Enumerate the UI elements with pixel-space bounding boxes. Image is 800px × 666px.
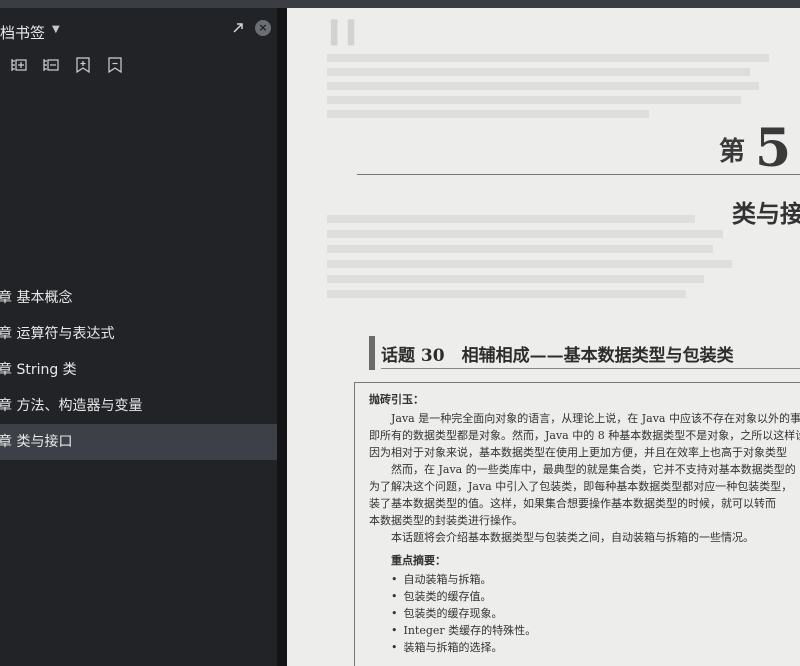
topic-marker [369,336,375,370]
paragraph-line: 本话题将会介绍基本数据类型与包装类之间，自动装箱与拆箱的一些情况。 [391,531,754,544]
intro-box: 抛砖引玉： Java 是一种完全面向对象的语言，从理论上说，在 Java 中应该… [354,382,800,666]
chapter-rule [357,174,800,175]
expand-all-icon[interactable] [10,56,30,76]
sidebar-title[interactable]: 档书签 [0,22,45,43]
topic-rule [381,368,800,369]
list-item: Integer 类缓存的特殊性。 [391,622,800,639]
paragraph-line: 即所有的数据类型都是对象。然而，Java 中的 8 种基本数据类型不是对象，之所… [369,429,800,442]
list-item: 装箱与拆箱的选择。 [391,639,800,656]
outline-item[interactable] [0,172,277,208]
paragraph-line: 本数据类型的封装类进行操作。 [369,514,523,527]
faded-header-decoration: ▍▍ [331,20,365,46]
popout-icon[interactable] [231,20,245,34]
outline-item[interactable] [0,100,277,136]
outline-item[interactable] [0,244,277,280]
outline-item-string-class[interactable]: 章 String 类 [0,352,277,388]
key-points-label: 重点摘要： [391,554,446,567]
outline-item-operators[interactable]: 章 运算符与表达式 [0,316,277,352]
remove-bookmark-icon[interactable] [106,56,126,76]
bookmark-sidebar: 档书签 ▼ × 章 基本概念 章 运算符与表达式 章 String 类 章 方法… [0,8,277,666]
window-top-bar [0,0,800,8]
chapter-number: 第5 [719,118,792,179]
chevron-down-icon[interactable]: ▼ [52,24,60,35]
sidebar-toolbar [0,56,277,78]
list-item: 自动装箱与拆箱。 [391,571,800,588]
paragraph-line: 然而，在 Java 的一些类库中，最典型的就是集合类，它并不支持对基本数据类型的 [391,463,796,476]
list-item: 包装类的缓存现象。 [391,605,800,622]
topic-title: 话题 30 相辅相成——基本数据类型与包装类 [381,346,734,366]
document-page: ▍▍ 第5 类与接 话题 30 相辅相成——基本数据类型与包装类 抛砖引玉： J… [287,8,800,666]
paragraph-line: Java 是一种完全面向对象的语言，从理论上说，在 Java 中应该不存在对象以… [391,412,800,425]
outline-item[interactable] [0,208,277,244]
collapse-all-icon[interactable] [42,56,62,76]
key-points-list: 自动装箱与拆箱。 包装类的缓存值。 包装类的缓存现象。 Integer 类缓存的… [369,571,800,656]
bookmark-outline: 章 基本概念 章 运算符与表达式 章 String 类 章 方法、构造器与变量 … [0,100,277,460]
outline-item-classes-interfaces[interactable]: 章 类与接口 [0,424,277,460]
outline-item[interactable] [0,136,277,172]
add-bookmark-icon[interactable] [74,56,94,76]
paragraph-line: 因为相对于对象来说，基本数据类型在使用上更加方便，并且在效率上也高于对象类型 [369,446,787,459]
close-icon[interactable]: × [255,20,271,36]
pane-splitter[interactable] [277,8,287,666]
outline-item-basic-concepts[interactable]: 章 基本概念 [0,280,277,316]
outline-item-methods[interactable]: 章 方法、构造器与变量 [0,388,277,424]
sidebar-header: 档书签 ▼ × [0,20,277,44]
faded-text-decoration [327,48,787,138]
paragraph-line: 为了解决这个问题，Java 中引入了包装类，即每种基本数据类型都对应一种包装类型… [369,480,793,493]
paragraph-line: 装了基本数据类型的值。这样，如果集合想要操作基本数据类型的时候，就可以转而 [369,497,776,510]
list-item: 包装类的缓存值。 [391,588,800,605]
intro-label: 抛砖引玉： [369,393,424,406]
faded-text-decoration [327,208,787,318]
